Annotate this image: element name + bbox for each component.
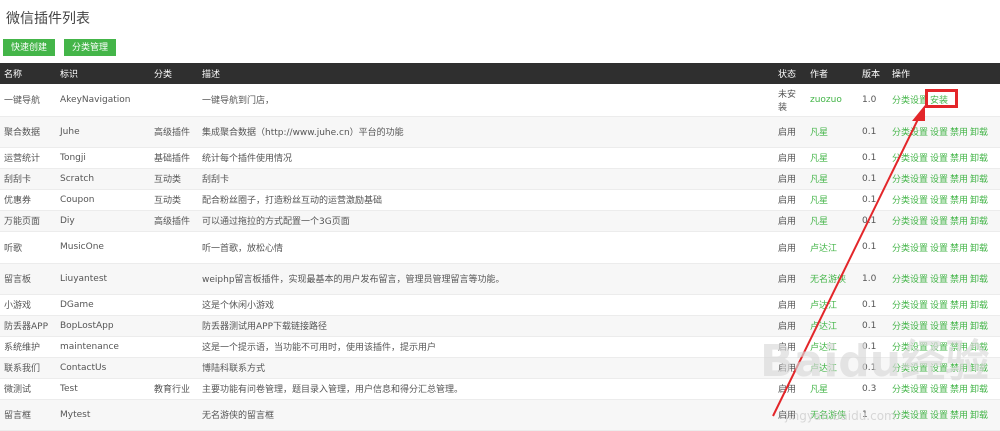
watermark-url: jingyan.baidu.com	[785, 409, 896, 423]
baidu-watermark: Baidu经验	[760, 336, 990, 387]
